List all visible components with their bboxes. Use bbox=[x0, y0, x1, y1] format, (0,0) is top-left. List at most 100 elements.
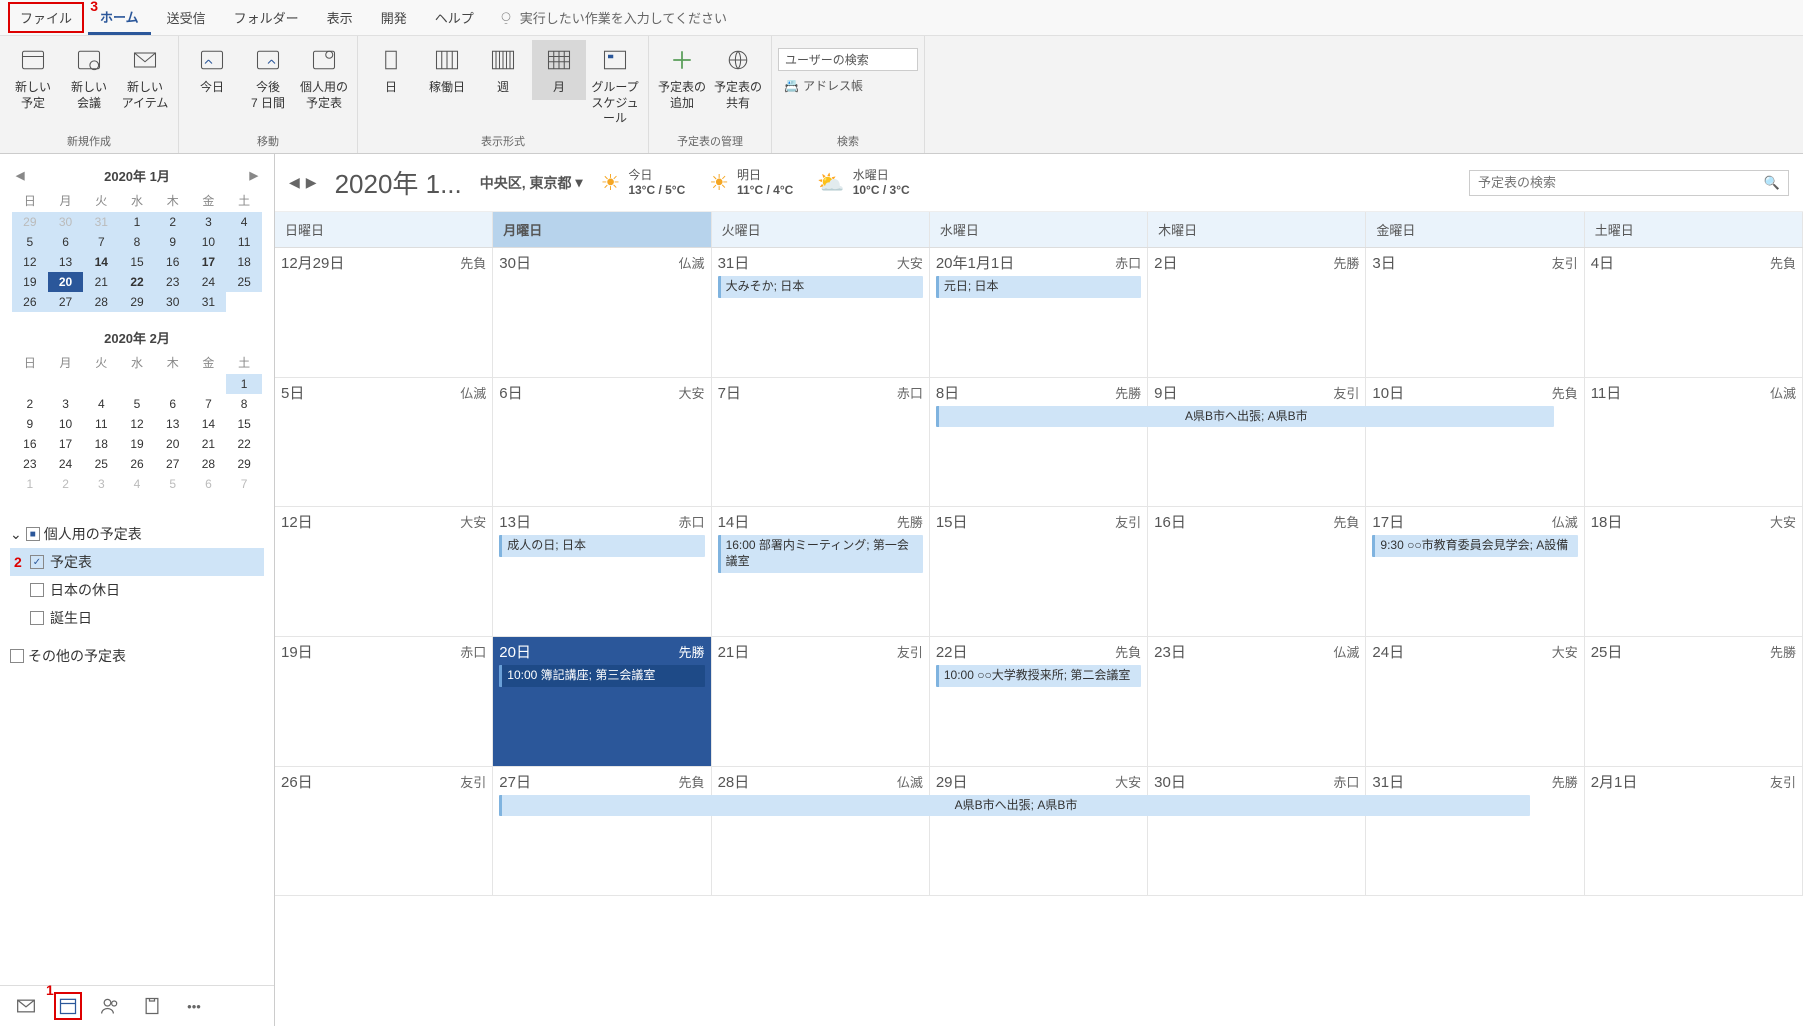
calendar-event[interactable]: 10:00 ○○大学教授来所; 第二会議室 bbox=[936, 665, 1141, 687]
minical-day[interactable]: 12 bbox=[12, 252, 48, 272]
minical-day[interactable]: 29 bbox=[12, 212, 48, 232]
minical-day[interactable]: 4 bbox=[119, 474, 155, 494]
weather-item[interactable]: ☀今日13°C / 5°C bbox=[601, 168, 686, 197]
weather-item[interactable]: ☀明日11°C / 4°C bbox=[709, 168, 793, 197]
calendar-cell[interactable]: 2日先勝 bbox=[1148, 248, 1366, 377]
calendar-cell[interactable]: 10日先負 bbox=[1366, 378, 1584, 507]
minical-day[interactable]: 1 bbox=[12, 474, 48, 494]
minical-day[interactable]: 2 bbox=[12, 394, 48, 414]
minical-day[interactable]: 19 bbox=[12, 272, 48, 292]
minical-day[interactable]: 13 bbox=[155, 414, 191, 434]
calendar-spanning-event[interactable]: A県B市へ出張; A県B市 bbox=[499, 795, 1529, 817]
menu-folder[interactable]: フォルダー bbox=[222, 2, 311, 33]
tell-me-search[interactable]: 実行したい作業を入力してください bbox=[498, 8, 727, 27]
calendar-cell[interactable]: 18日大安 bbox=[1585, 507, 1803, 636]
day-view-button[interactable]: 日 bbox=[364, 40, 418, 100]
minical-day[interactable]: 2 bbox=[48, 474, 84, 494]
menu-file[interactable]: ファイル 3 bbox=[8, 2, 84, 33]
minical-day[interactable]: 6 bbox=[191, 474, 227, 494]
minical-day[interactable]: 16 bbox=[12, 434, 48, 454]
caltree-item-birthdays[interactable]: 誕生日 bbox=[10, 604, 264, 632]
calendar-cell[interactable]: 30日仏滅 bbox=[493, 248, 711, 377]
address-book-button[interactable]: 📇アドレス帳 bbox=[778, 75, 869, 96]
today-button[interactable]: 今日 bbox=[185, 40, 239, 100]
minical-day[interactable]: 24 bbox=[191, 272, 227, 292]
checkbox-icon[interactable]: ■ bbox=[26, 527, 40, 541]
minical-day[interactable]: 23 bbox=[12, 454, 48, 474]
minical-day[interactable]: 2 bbox=[155, 212, 191, 232]
prev-month-button[interactable]: ◀ bbox=[289, 174, 300, 191]
minical-day[interactable]: 9 bbox=[12, 414, 48, 434]
minical-day[interactable]: 14 bbox=[83, 252, 119, 272]
calendar-cell[interactable]: 14日先勝16:00 部署内ミーティング; 第一会議室 bbox=[712, 507, 930, 636]
minical-day[interactable]: 8 bbox=[119, 232, 155, 252]
calendar-cell[interactable]: 28日仏滅 bbox=[712, 767, 930, 896]
calendar-cell[interactable]: 31日先勝 bbox=[1366, 767, 1584, 896]
minical-day[interactable]: 5 bbox=[12, 232, 48, 252]
minical-day[interactable]: 7 bbox=[83, 232, 119, 252]
minical-day[interactable]: 12 bbox=[119, 414, 155, 434]
minical-day[interactable]: 19 bbox=[119, 434, 155, 454]
minical-prev-button[interactable]: ◀ bbox=[16, 169, 24, 182]
minical-day[interactable]: 18 bbox=[226, 252, 262, 272]
minical-day[interactable]: 27 bbox=[48, 292, 84, 312]
menu-help[interactable]: ヘルプ bbox=[423, 2, 486, 33]
calendar-cell[interactable]: 27日先負A県B市へ出張; A県B市 bbox=[493, 767, 711, 896]
minical-day[interactable]: 13 bbox=[48, 252, 84, 272]
calendar-cell[interactable]: 9日友引 bbox=[1148, 378, 1366, 507]
checkbox-icon[interactable] bbox=[30, 583, 44, 597]
month-view-button[interactable]: 月 bbox=[532, 40, 586, 100]
calendar-event[interactable]: 10:00 簿記講座; 第三会議室 bbox=[499, 665, 704, 687]
minical-day[interactable]: 20 bbox=[48, 272, 84, 292]
minical-day[interactable]: 23 bbox=[155, 272, 191, 292]
calendar-cell[interactable]: 31日大安大みそか; 日本 bbox=[712, 248, 930, 377]
calendar-cell[interactable]: 3日友引 bbox=[1366, 248, 1584, 377]
menu-sendrecv[interactable]: 送受信 bbox=[155, 2, 218, 33]
minical-day[interactable]: 24 bbox=[48, 454, 84, 474]
minical-day[interactable]: 14 bbox=[191, 414, 227, 434]
minical-day[interactable]: 8 bbox=[226, 394, 262, 414]
calendar-cell[interactable]: 2月1日友引 bbox=[1585, 767, 1803, 896]
nav-people-button[interactable] bbox=[98, 994, 122, 1018]
minical-day[interactable]: 15 bbox=[119, 252, 155, 272]
minical-day[interactable]: 7 bbox=[226, 474, 262, 494]
minical-day[interactable]: 7 bbox=[191, 394, 227, 414]
nav-calendar-button[interactable] bbox=[56, 994, 80, 1018]
minical-day[interactable]: 5 bbox=[119, 394, 155, 414]
calendar-event[interactable]: 大みそか; 日本 bbox=[718, 276, 923, 298]
minical-day[interactable]: 27 bbox=[155, 454, 191, 474]
new-items-button[interactable]: 新しい アイテム bbox=[118, 40, 172, 115]
calendar-cell[interactable]: 7日赤口 bbox=[712, 378, 930, 507]
minical-day[interactable]: 26 bbox=[119, 454, 155, 474]
calendar-cell[interactable]: 5日仏滅 bbox=[275, 378, 493, 507]
minical-day[interactable]: 22 bbox=[226, 434, 262, 454]
minical-day[interactable]: 1 bbox=[119, 212, 155, 232]
calendar-cell[interactable]: 15日友引 bbox=[930, 507, 1148, 636]
minical-day[interactable]: 29 bbox=[226, 454, 262, 474]
workweek-view-button[interactable]: 稼働日 bbox=[420, 40, 474, 100]
calendar-search-input[interactable] bbox=[1478, 175, 1764, 190]
minical-day[interactable]: 6 bbox=[155, 394, 191, 414]
minical-day[interactable]: 3 bbox=[191, 212, 227, 232]
calendar-cell[interactable]: 17日仏滅9:30 ○○市教育委員会見学会; A設備 bbox=[1366, 507, 1584, 636]
next-7-days-button[interactable]: 今後 7 日間 bbox=[241, 40, 295, 115]
minical-day[interactable]: 11 bbox=[226, 232, 262, 252]
minical-day[interactable]: 11 bbox=[83, 414, 119, 434]
minical-day[interactable]: 20 bbox=[155, 434, 191, 454]
calendar-spanning-event[interactable]: A県B市へ出張; A県B市 bbox=[936, 406, 1554, 428]
minical-day[interactable]: 4 bbox=[83, 394, 119, 414]
minical-day[interactable]: 30 bbox=[48, 212, 84, 232]
calendar-cell[interactable]: 20日先勝10:00 簿記講座; 第三会議室 bbox=[493, 637, 711, 766]
minical-day[interactable]: 3 bbox=[48, 394, 84, 414]
minical-day[interactable]: 31 bbox=[191, 292, 227, 312]
calendar-cell[interactable]: 6日大安 bbox=[493, 378, 711, 507]
minical-day[interactable]: 25 bbox=[226, 272, 262, 292]
minical-next-button[interactable]: ▶ bbox=[250, 169, 258, 182]
checkbox-icon[interactable] bbox=[30, 611, 44, 625]
group-schedule-button[interactable]: グループ スケジュール bbox=[588, 40, 642, 131]
caltree-personal-group[interactable]: ⌄■個人用の予定表 bbox=[10, 520, 264, 548]
nav-tasks-button[interactable] bbox=[140, 994, 164, 1018]
minical-day[interactable]: 18 bbox=[83, 434, 119, 454]
minical-day[interactable]: 21 bbox=[191, 434, 227, 454]
calendar-cell[interactable]: 23日仏滅 bbox=[1148, 637, 1366, 766]
